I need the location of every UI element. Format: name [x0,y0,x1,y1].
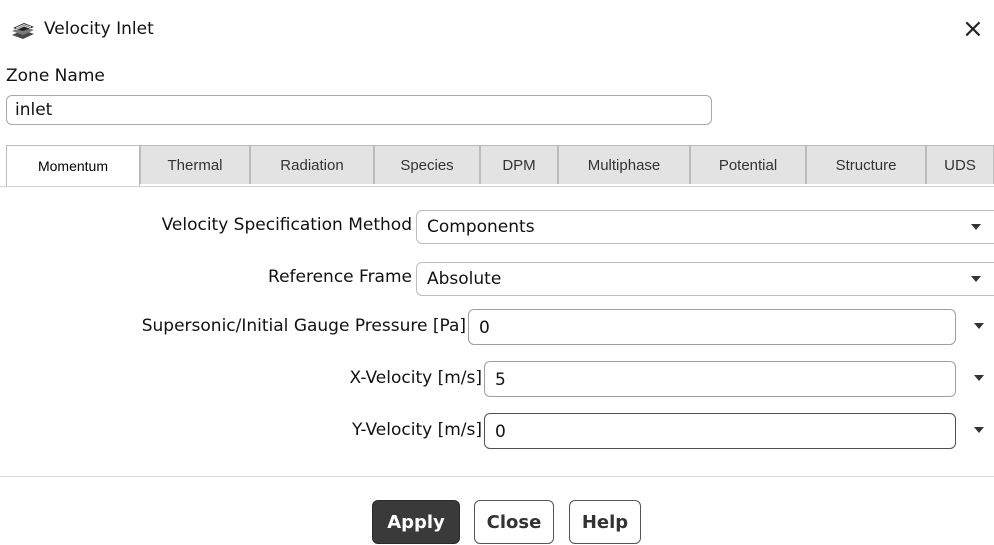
chevron-down-icon[interactable] [974,375,984,381]
zone-name-input[interactable]: inlet [6,95,712,125]
y-velocity-label: Y-Velocity [m/s] [351,420,482,440]
velocity-method-select[interactable]: Components [416,210,994,244]
tab-species[interactable]: Species [374,145,480,184]
help-button[interactable]: Help [569,500,641,544]
x-velocity-input[interactable]: 5 [484,361,956,397]
window-title: Velocity Inlet [44,19,154,39]
tab-uds[interactable]: UDS [926,145,994,184]
tab-bar: Momentum Thermal Radiation Species DPM M… [6,145,994,186]
momentum-panel: Velocity Specification Method Components… [0,196,994,466]
tab-divider [0,186,994,187]
tab-dpm[interactable]: DPM [480,145,558,184]
chevron-down-icon[interactable] [971,276,981,282]
reference-frame-label: Reference Frame [268,267,412,287]
close-button[interactable]: Close [474,500,554,544]
tab-potential[interactable]: Potential [690,145,806,184]
tab-radiation[interactable]: Radiation [250,145,374,184]
velocity-method-label: Velocity Specification Method [161,215,412,235]
fluent-layers-icon [10,21,36,41]
close-icon[interactable]: × [962,14,984,44]
gauge-pressure-label: Supersonic/Initial Gauge Pressure [Pa] [141,316,466,336]
footer-divider [0,476,994,477]
tab-multiphase[interactable]: Multiphase [558,145,690,184]
reference-frame-select[interactable]: Absolute [416,262,994,296]
tab-thermal[interactable]: Thermal [140,145,250,184]
chevron-down-icon[interactable] [974,323,984,329]
chevron-down-icon[interactable] [971,224,981,230]
apply-button[interactable]: Apply [372,500,460,544]
zone-name-label: Zone Name [6,66,105,86]
x-velocity-label: X-Velocity [m/s] [349,368,482,388]
title-bar: Velocity Inlet × [0,0,994,60]
chevron-down-icon[interactable] [974,427,984,433]
y-velocity-input[interactable]: 0 [484,413,956,449]
tab-structure[interactable]: Structure [806,145,926,184]
gauge-pressure-input[interactable]: 0 [468,309,956,345]
tab-momentum[interactable]: Momentum [6,145,140,186]
